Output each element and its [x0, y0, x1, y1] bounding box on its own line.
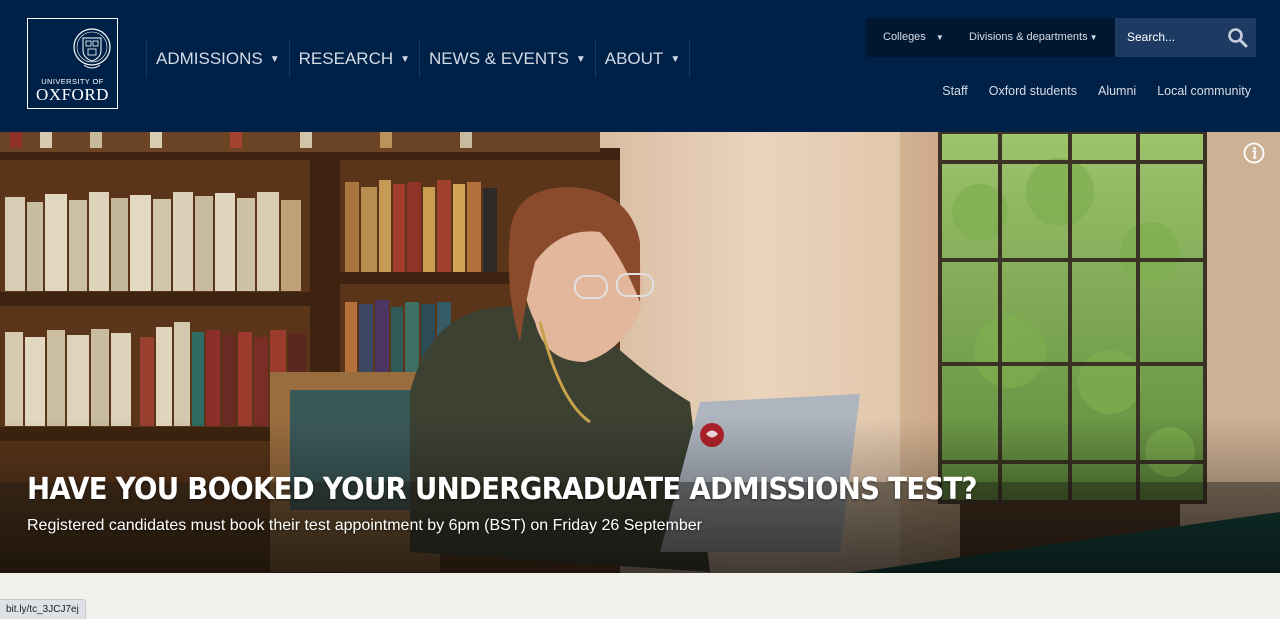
- nav-research[interactable]: RESEARCH ▼: [290, 40, 421, 78]
- hero-title[interactable]: HAVE YOU BOOKED YOUR UNDERGRADUATE ADMIS…: [27, 472, 978, 507]
- secondary-nav: Staff Oxford students Alumni Local commu…: [921, 84, 1251, 100]
- nav-about[interactable]: ABOUT ▼: [596, 40, 691, 78]
- search-input[interactable]: Search...: [1115, 18, 1256, 57]
- chevron-down-icon: ▼: [269, 53, 280, 65]
- site-header: UNIVERSITY OF OXFORD ADMISSIONS ▼ RESEARC…: [0, 0, 1280, 132]
- secondary-link-oxford-students[interactable]: Oxford students: [989, 84, 1077, 100]
- nav-research-label: RESEARCH: [298, 49, 394, 68]
- oxford-logo[interactable]: UNIVERSITY OF OXFORD: [27, 18, 118, 109]
- nav-news-events[interactable]: NEWS & EVENTS ▼: [420, 40, 596, 78]
- info-icon[interactable]: [1243, 142, 1265, 164]
- search-icon[interactable]: [1227, 27, 1248, 48]
- browser-status-url: bit.ly/tc_3JCJ7ej: [0, 599, 86, 619]
- nav-about-label: ABOUT: [604, 49, 664, 68]
- chevron-down-icon: ▼: [400, 53, 411, 65]
- nav-admissions[interactable]: ADMISSIONS ▼: [146, 40, 290, 78]
- nav-admissions-label: ADMISSIONS: [156, 49, 263, 68]
- chevron-down-icon: ▼: [670, 53, 681, 65]
- secondary-link-local-community[interactable]: Local community: [1157, 84, 1251, 100]
- chevron-down-icon: ▼: [1089, 33, 1098, 42]
- oxford-crest-icon: [73, 28, 111, 69]
- chevron-down-icon: ▼: [935, 33, 944, 42]
- main-nav: ADMISSIONS ▼ RESEARCH ▼ NEWS & EVENTS ▼ ABO…: [146, 40, 691, 78]
- divisions-dropdown[interactable]: Divisions & departments ▼: [954, 18, 1115, 57]
- logo-line-oxford: OXFORD: [36, 85, 109, 104]
- secondary-link-alumni[interactable]: Alumni: [1098, 84, 1136, 100]
- secondary-link-staff[interactable]: Staff: [942, 84, 967, 100]
- colleges-dropdown[interactable]: Colleges ▼: [866, 18, 954, 57]
- hero-banner[interactable]: HAVE YOU BOOKED YOUR UNDERGRADUATE ADMIS…: [0, 132, 1280, 573]
- nav-news-events-label: NEWS & EVENTS: [429, 49, 569, 68]
- search-placeholder: Search...: [1127, 30, 1176, 44]
- divisions-label: Divisions & departments: [969, 31, 1088, 43]
- utility-bar: Colleges ▼ Divisions & departments ▼ Searc…: [866, 18, 1256, 57]
- chevron-down-icon: ▼: [575, 53, 586, 65]
- hero-subtitle: Registered candidates must book their te…: [27, 517, 703, 534]
- colleges-label: Colleges: [883, 31, 926, 43]
